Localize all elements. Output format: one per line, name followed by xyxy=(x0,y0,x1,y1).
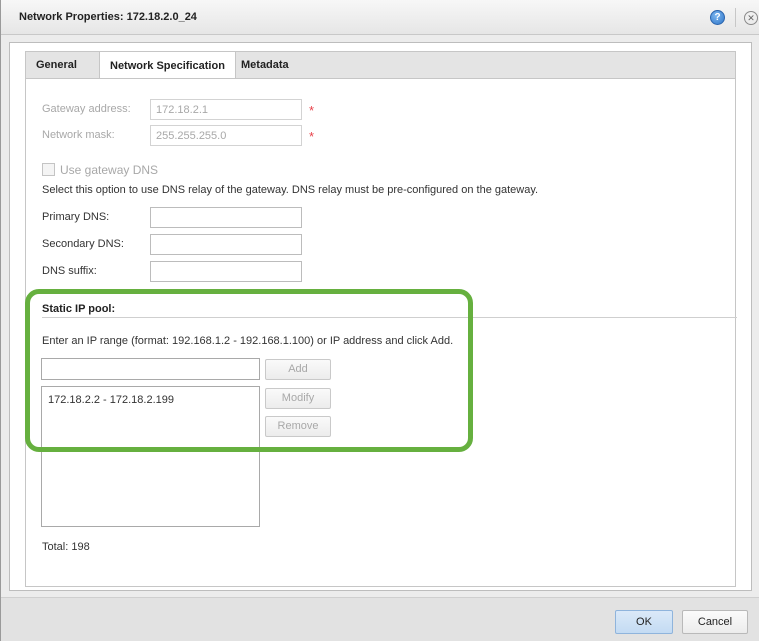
gateway-address-label: Gateway address: xyxy=(42,103,131,115)
title-bar: Network Properties: 172.18.2.0_24 ? ✕ xyxy=(1,0,759,35)
close-icon[interactable]: ✕ xyxy=(744,11,758,25)
dialog-content: General Network Specification Metadata G… xyxy=(9,42,752,591)
title-separator xyxy=(735,8,736,27)
dialog-title: Network Properties: 172.18.2.0_24 xyxy=(19,11,197,23)
network-mask-label: Network mask: xyxy=(42,129,115,141)
dns-relay-help-text: Select this option to use DNS relay of t… xyxy=(42,184,539,196)
section-divider xyxy=(42,317,737,318)
primary-dns-field[interactable] xyxy=(150,207,302,228)
network-specification-panel: Gateway address: * Network mask: * Use g… xyxy=(25,78,737,587)
ip-pool-list[interactable]: 172.18.2.2 - 172.18.2.199 xyxy=(41,386,260,527)
ip-pool-total: Total: 198 xyxy=(42,541,90,553)
secondary-dns-label: Secondary DNS: xyxy=(42,238,124,250)
remove-button[interactable]: Remove xyxy=(265,416,331,437)
dialog-footer: OK Cancel xyxy=(1,597,759,641)
ip-pool-instructions: Enter an IP range (format: 192.168.1.2 -… xyxy=(42,335,454,347)
network-properties-dialog: Network Properties: 172.18.2.0_24 ? ✕ Ge… xyxy=(0,0,759,641)
tab-bar: General Network Specification Metadata xyxy=(25,51,736,80)
add-button[interactable]: Add xyxy=(265,359,331,380)
mask-required-mark: * xyxy=(309,129,315,144)
cancel-button[interactable]: Cancel xyxy=(682,610,748,634)
secondary-dns-field[interactable] xyxy=(150,234,302,255)
use-gateway-dns-label: Use gateway DNS xyxy=(60,163,159,177)
ok-button[interactable]: OK xyxy=(615,610,673,634)
primary-dns-label: Primary DNS: xyxy=(42,211,110,223)
list-item[interactable]: 172.18.2.2 - 172.18.2.199 xyxy=(48,394,174,406)
modify-button[interactable]: Modify xyxy=(265,388,331,409)
tab-network-specification[interactable]: Network Specification xyxy=(99,51,236,80)
static-ip-pool-title: Static IP pool: xyxy=(42,303,116,315)
network-mask-field[interactable] xyxy=(150,125,302,146)
tab-general[interactable]: General xyxy=(26,52,87,79)
dns-suffix-label: DNS suffix: xyxy=(42,265,97,277)
tab-metadata[interactable]: Metadata xyxy=(231,52,299,79)
dns-suffix-field[interactable] xyxy=(150,261,302,282)
help-icon[interactable]: ? xyxy=(710,10,725,25)
use-gateway-dns-checkbox[interactable] xyxy=(42,163,55,176)
ip-range-input[interactable] xyxy=(41,358,260,380)
gateway-required-mark: * xyxy=(309,103,315,118)
gateway-address-field[interactable] xyxy=(150,99,302,120)
